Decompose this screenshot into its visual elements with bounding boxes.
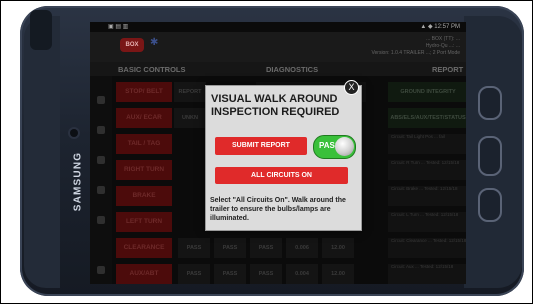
row-label[interactable]: STOP/ BELT REPORT [116,82,172,115]
bluetooth-icon[interactable]: ✱ [150,37,158,48]
row-label[interactable]: TAIL / TAG [116,134,172,154]
dialog-instructions: Select "All Circuits On". Walk around th… [210,197,346,222]
row-cell: REPORT [174,82,206,102]
row-cell: PASS [178,264,210,284]
row-note: Circuit: Brake ... Tested: 12/15/18 [388,186,466,206]
row-cell: 0.004 [286,264,318,284]
hardware-button-bottom[interactable] [478,188,502,222]
pass-toggle[interactable]: PASS [313,135,356,159]
row-note: Circuit: L Turn ... Tested: 12/15/18 [388,212,466,232]
row-cell: UNKN [174,108,206,128]
row-note: Circuit: Clearance ... Tested: 12/15/18 [388,238,466,258]
status-left-icons: ▣ ▤ ▥ [108,24,129,30]
row-cell: 12.00 [322,264,354,284]
hardware-button-top[interactable] [478,86,502,120]
row-cell: PASS [250,264,282,284]
row-cell: PASS [178,238,210,258]
hardware-button-middle[interactable] [478,136,502,176]
sidebar-item-icon[interactable] [97,96,105,104]
sidebar-item-icon[interactable] [97,126,105,134]
brand-label: SAMSUNG [72,151,84,212]
app-header: BOX ✱ ... BOX (TT): ... Hydro-Qu ...: ..… [90,32,466,62]
dialog-title: VISUAL WALK AROUND INSPECTION REQUIRED [211,93,340,118]
row-note: Circuit: R Turn ... Tested: 12/15/18 [388,160,466,180]
close-icon[interactable]: X [344,80,359,95]
row-cell: PASS [250,238,282,258]
toggle-knob[interactable] [335,137,354,156]
main-tabs: BASIC CONTROLS DIAGNOSTICS REPORT [90,62,466,76]
app-logo[interactable]: BOX [120,38,144,52]
tab-diagnostics[interactable]: DIAGNOSTICS [266,65,318,74]
sidebar [90,76,112,284]
antenna-cap [30,10,52,50]
status-bar: ▣ ▤ ▥ ▲ ◆ 12:57 PM [90,22,466,32]
row-note: Circuit: Tail Light Pos ... fail [388,134,466,154]
row-cell: 0.006 [286,238,318,258]
device-info-line: ... BOX (TT): ... [426,36,460,42]
tab-basic-controls[interactable]: BASIC CONTROLS [118,65,186,74]
tab-report[interactable]: REPORT [432,65,463,74]
row-cell: 12.00 [322,238,354,258]
row-label[interactable]: AUX/ABT [116,264,172,284]
all-circuits-on-button[interactable]: ALL CIRCUITS ON [215,167,348,184]
status-right-icons: ▲ ◆ 12:57 PM [420,24,460,30]
device-info-line: Version: 1.0.4 TRAILER ...; 2 Port Mode [371,50,460,56]
sidebar-item-icon[interactable] [97,186,105,194]
device-info-line: Hydro-Qu ...: ... [425,43,460,49]
sidebar-item-icon[interactable] [97,156,105,164]
device-info: ... BOX (TT): ... Hydro-Qu ...: ... Vers… [371,36,460,57]
row-label[interactable]: CLEARANCE [116,238,172,258]
tablet-bumper-left [24,16,60,288]
row-side-label: ABS/ELS/AUX/TEST/STATUS [388,108,466,128]
row-cell: PASS [214,264,246,284]
row-label[interactable]: LEFT TURN [116,212,172,232]
row-label[interactable]: RIGHT TURN [116,160,172,180]
sidebar-item-icon[interactable] [97,216,105,224]
submit-report-button[interactable]: SUBMIT REPORT [215,137,307,155]
row-cell: PASS [214,238,246,258]
sidebar-item-icon[interactable] [97,266,105,274]
row-side-label: GROUND INTEGRITY [388,82,466,102]
row-note: Circuit: Aux ... Tested: 12/15/18 [388,264,466,284]
row-label[interactable]: BRAKE [116,186,172,206]
row-label[interactable]: AUX/ ECAR [116,108,172,128]
camera-icon [70,129,78,137]
